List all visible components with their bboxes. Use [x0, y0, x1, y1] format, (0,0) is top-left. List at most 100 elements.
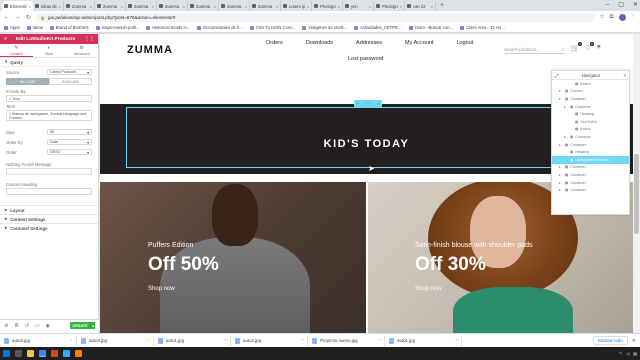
date-select[interactable]: All ▾: [47, 129, 92, 135]
panel-menu-icon[interactable]: ≡: [4, 37, 7, 42]
banner-shop-link[interactable]: Shop now: [148, 286, 175, 292]
caret-right-icon[interactable]: ▸: [559, 165, 563, 169]
section-content-settings[interactable]: ▸ Content Settings: [0, 214, 98, 223]
scrollbar-thumb[interactable]: [634, 154, 639, 234]
extensions-icon[interactable]: ⧉: [610, 14, 614, 21]
page-scrollbar[interactable]: [633, 34, 640, 333]
include-button[interactable]: INCLUDE: [6, 78, 49, 85]
navigator-item[interactable]: ▸ ▦ Container: [552, 133, 629, 141]
download-item[interactable]: auto1.jpg ⌃: [389, 335, 462, 346]
browser-tab[interactable]: Lorem ip ×: [281, 1, 312, 11]
caret-right-icon[interactable]: ▸: [559, 188, 563, 192]
wifi-icon[interactable]: ◠: [619, 351, 623, 356]
photoshop-icon[interactable]: [63, 350, 70, 357]
file-explorer-icon[interactable]: [27, 350, 34, 357]
navigator-item[interactable]: ▸ ▦ Container: [552, 164, 629, 172]
layers-icon[interactable]: ≣: [14, 323, 18, 329]
order-select[interactable]: DESC ▾: [47, 149, 92, 155]
bookmark-item[interactable]: Brand of Brothers: [49, 25, 89, 30]
chevron-up-icon[interactable]: ⌃: [301, 338, 304, 343]
navigator-item[interactable]: ▸ ▦ Container: [552, 179, 629, 187]
close-icon[interactable]: ✕: [632, 338, 636, 344]
wishlist-heart-icon[interactable]: ♡ 0: [585, 42, 594, 52]
section-query[interactable]: ▾ Query: [0, 58, 98, 67]
navigator-item[interactable]: ▸ ▦ Column: [552, 88, 629, 96]
show-all-button[interactable]: Mostrar todo: [593, 336, 628, 345]
navigator-item[interactable]: ▸ ▦ Container: [552, 186, 629, 194]
hamburger-icon[interactable]: ≡: [597, 44, 601, 52]
chevron-up-icon[interactable]: ⌃: [378, 338, 381, 343]
download-item[interactable]: auto1.jpg ⌃: [158, 335, 231, 346]
close-tab-icon[interactable]: ×: [152, 4, 154, 9]
preview-eye-icon[interactable]: ◉: [46, 323, 50, 329]
menu-item[interactable]: Downloads: [306, 40, 333, 46]
caret-right-icon[interactable]: ▸: [564, 135, 568, 139]
browser-tab[interactable]: can 12 ×: [405, 1, 436, 11]
cart-icon[interactable]: 🛒 0: [571, 42, 583, 52]
expand-all-icon[interactable]: ⤢: [555, 73, 559, 78]
caret-right-icon[interactable]: ▸: [559, 181, 563, 185]
menu-item[interactable]: My Account: [405, 40, 433, 46]
browser-tab[interactable]: Zumma ×: [188, 1, 219, 11]
bookmark-item[interactable]: maps-munich-polit...: [95, 25, 139, 30]
chevron-up-icon[interactable]: ⌃: [70, 338, 73, 343]
illustrator-icon[interactable]: [75, 350, 82, 357]
bookmark-item[interactable]: Actividades_CETPR...: [354, 25, 402, 30]
close-tab-icon[interactable]: ×: [29, 4, 31, 9]
exclude-button[interactable]: EXCLUDE: [49, 78, 92, 85]
close-tab-icon[interactable]: ×: [276, 4, 278, 9]
navigator-item[interactable]: ▸ ▦ Container: [552, 103, 629, 111]
caret-right-icon[interactable]: ▸: [559, 97, 563, 101]
nothing-found-input[interactable]: [6, 168, 92, 175]
caret-right-icon[interactable]: ▸: [559, 143, 563, 147]
site-search-input[interactable]: Search products... ⌕: [504, 46, 564, 54]
back-icon[interactable]: ←: [4, 14, 10, 20]
star-icon[interactable]: ☆: [600, 14, 605, 20]
download-item[interactable]: auto2.jpg ⌃: [235, 335, 308, 346]
forward-icon[interactable]: →: [15, 14, 21, 20]
close-window-icon[interactable]: ✕: [633, 0, 638, 10]
close-icon[interactable]: ×: [377, 101, 379, 106]
close-tab-icon[interactable]: ×: [121, 4, 123, 9]
browser-tab[interactable]: Zumma ×: [126, 1, 157, 11]
browser-tab[interactable]: Zumma ×: [250, 1, 281, 11]
bookmark-item[interactable]: Apps: [4, 25, 20, 30]
minimize-icon[interactable]: –: [606, 0, 609, 10]
caret-right-icon[interactable]: ▸: [564, 105, 568, 109]
tab-style[interactable]: ◐ Style: [33, 44, 66, 57]
browser-tab[interactable]: Photogra ×: [374, 1, 405, 11]
close-tab-icon[interactable]: ×: [400, 4, 402, 9]
bookmark-item[interactable]: Documentales de h...: [197, 25, 243, 30]
widgets-grid-icon[interactable]: ⋮⋮: [84, 37, 94, 42]
custom-heading-input[interactable]: [6, 188, 92, 195]
caret-right-icon[interactable]: ▸: [559, 89, 563, 93]
close-tab-icon[interactable]: ×: [338, 4, 340, 9]
banner-shop-link[interactable]: Shop now: [415, 286, 442, 292]
site-logo[interactable]: ZUMMA: [127, 44, 173, 56]
bookmark-item[interactable]: Historical trends in...: [146, 25, 190, 30]
source-select[interactable]: Latest Products ▾: [47, 69, 92, 75]
browser-tab[interactable]: Zumma ×: [219, 1, 250, 11]
bookmark-item[interactable]: zoom - Buscar con...: [408, 25, 453, 30]
browser-tab[interactable]: Zumma ×: [95, 1, 126, 11]
close-icon[interactable]: ×: [623, 73, 626, 78]
add-icon[interactable]: +: [357, 101, 359, 106]
section-layout[interactable]: ▸ Layout: [0, 205, 98, 214]
banner-puffers[interactable]: Puffers Edition Off 50% Shop now: [100, 182, 366, 333]
section-carousel-settings[interactable]: ▸ Carousel Settings: [0, 223, 98, 232]
close-tab-icon[interactable]: ×: [214, 4, 216, 9]
chevron-up-icon[interactable]: ⌃: [147, 338, 150, 343]
tab-advanced[interactable]: ⚙ Advanced: [65, 44, 98, 57]
history-icon[interactable]: ↺: [25, 323, 29, 329]
search-icon[interactable]: [15, 350, 22, 357]
download-item[interactable]: auto3.jpg ⌃: [4, 335, 77, 346]
navigator-item[interactable]: ▦ Button: [552, 80, 629, 88]
start-icon[interactable]: [3, 350, 10, 357]
chrome-icon[interactable]: [39, 350, 46, 357]
new-tab-icon[interactable]: +: [436, 1, 448, 11]
download-item[interactable]: auto4.jpg ⌃: [81, 335, 154, 346]
navigator-item[interactable]: ▦ Heading: [552, 110, 629, 118]
notifications-icon[interactable]: ▤: [633, 351, 637, 356]
drag-icon[interactable]: ⋮⋮: [364, 101, 372, 106]
download-item[interactable]: Proyecto nuevo.jpg ⌃: [312, 335, 385, 346]
